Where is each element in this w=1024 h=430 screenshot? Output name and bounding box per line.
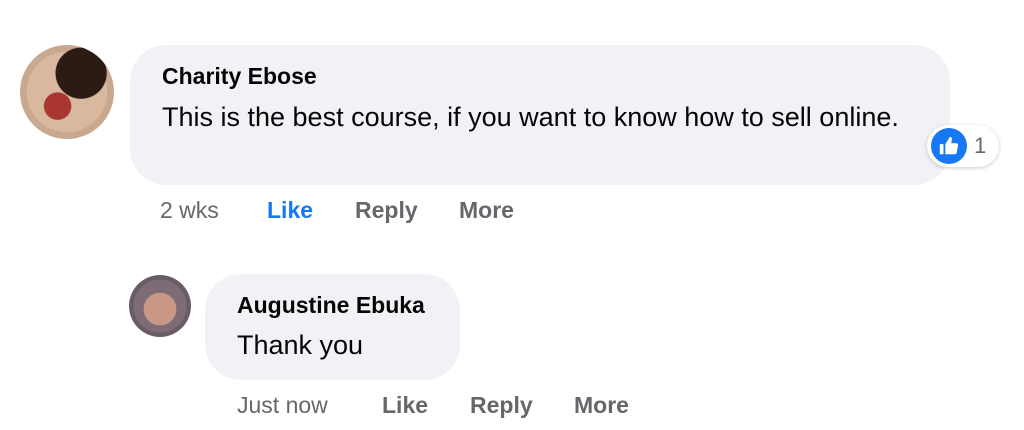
comment-author[interactable]: Charity Ebose [162, 63, 317, 90]
more-button[interactable]: More [574, 392, 629, 419]
reply-bubble: Augustine Ebuka Thank you [205, 274, 460, 380]
comment-bubble: Charity Ebose This is the best course, i… [130, 45, 950, 185]
reaction-summary[interactable]: 1 [927, 125, 999, 167]
avatar-charity-ebose[interactable] [20, 45, 114, 139]
reply-button[interactable]: Reply [470, 392, 533, 419]
comment-text: This is the best course, if you want to … [162, 102, 899, 132]
reply-timestamp[interactable]: Just now [237, 392, 328, 419]
comment-timestamp[interactable]: 2 wks [160, 197, 219, 224]
reaction-count: 1 [974, 133, 987, 158]
reply-author[interactable]: Augustine Ebuka [237, 292, 425, 319]
avatar-augustine-ebuka[interactable] [129, 275, 191, 337]
like-button[interactable]: Like [267, 197, 313, 224]
thumbs-up-icon [931, 128, 967, 164]
more-button[interactable]: More [459, 197, 514, 224]
reply-button[interactable]: Reply [355, 197, 418, 224]
like-button[interactable]: Like [382, 392, 428, 419]
reply-text: Thank you [237, 330, 364, 360]
